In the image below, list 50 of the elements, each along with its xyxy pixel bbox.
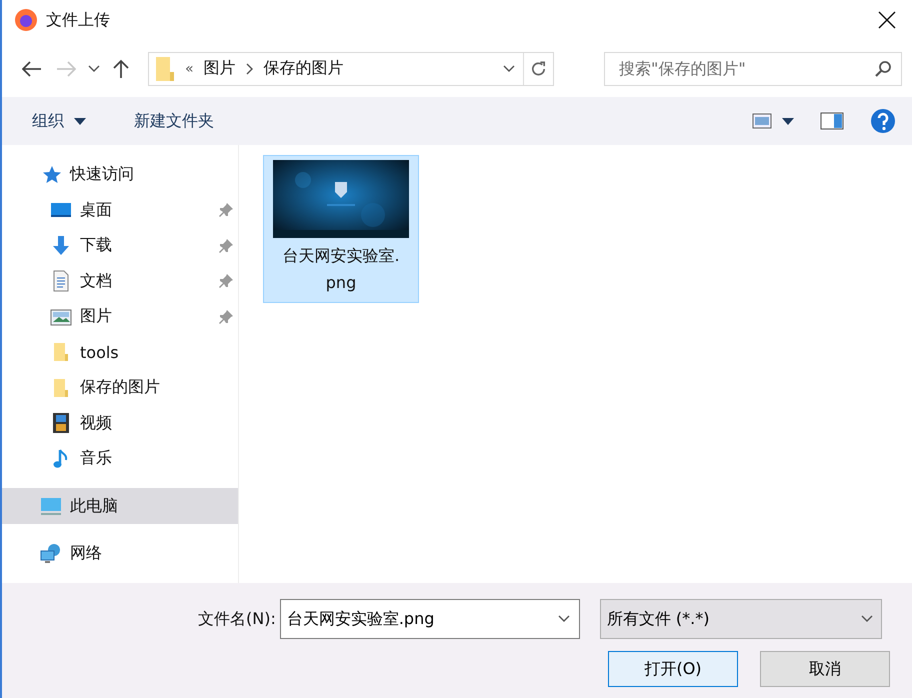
caret-icon[interactable] bbox=[782, 118, 794, 124]
help-button[interactable] bbox=[868, 106, 898, 136]
dropdown-icon[interactable] bbox=[503, 64, 515, 72]
dropdown-icon[interactable] bbox=[860, 615, 873, 623]
sidebar-item[interactable]: 此电脑 bbox=[2, 488, 238, 524]
sidebar-item[interactable]: 文档 bbox=[2, 264, 238, 299]
open-button[interactable]: 打开(O) bbox=[608, 651, 738, 687]
file-type-dropdown[interactable]: 所有文件 (*.*) bbox=[600, 599, 882, 639]
download-arrow-icon bbox=[50, 234, 72, 257]
filename-field[interactable]: 台天网安实验室.png bbox=[280, 599, 580, 639]
computer-icon bbox=[40, 495, 62, 518]
sidebar-item[interactable]: 快速访问 bbox=[2, 157, 238, 192]
view-menu-button[interactable] bbox=[750, 111, 796, 131]
pin-icon[interactable] bbox=[218, 202, 234, 218]
organize-button[interactable]: 组织 bbox=[30, 108, 88, 134]
search-field[interactable]: 搜索"保存的图片" bbox=[604, 52, 902, 86]
sidebar-item[interactable]: 下载 bbox=[2, 228, 238, 264]
file-name: 台天网安实验室. png bbox=[282, 245, 400, 294]
sidebar-item[interactable]: 图片 bbox=[2, 299, 238, 334]
pin-icon[interactable] bbox=[218, 273, 234, 290]
network-icon bbox=[40, 542, 62, 564]
picture-view-icon[interactable] bbox=[752, 113, 772, 129]
sidebar-item[interactable]: 音乐 bbox=[2, 441, 238, 476]
address-bar[interactable]: « 图片 保存的图片 bbox=[148, 52, 554, 86]
pin-icon[interactable] bbox=[218, 308, 234, 325]
chevron-icon bbox=[246, 62, 254, 74]
cancel-button[interactable]: 取消 bbox=[760, 651, 890, 687]
preview-pane-button[interactable] bbox=[818, 110, 846, 132]
sidebar-item[interactable]: 保存的图片 bbox=[2, 370, 238, 406]
folder-icon bbox=[155, 56, 175, 82]
search-icon[interactable] bbox=[874, 60, 892, 78]
browser-logo-icon bbox=[14, 8, 38, 32]
window-title: 文件上传 bbox=[46, 10, 111, 30]
breadcrumb[interactable]: 保存的图片 bbox=[264, 58, 344, 79]
pin-icon[interactable] bbox=[218, 238, 234, 254]
new-folder-button[interactable]: 新建文件夹 bbox=[132, 108, 216, 134]
caret-icon[interactable] bbox=[74, 118, 86, 124]
filename-label: 文件名(N): bbox=[198, 608, 276, 630]
film-icon bbox=[50, 412, 72, 434]
back-button[interactable] bbox=[20, 58, 44, 78]
dropdown-icon[interactable] bbox=[558, 615, 570, 623]
refresh-icon[interactable] bbox=[530, 60, 547, 78]
file-item[interactable]: 台天网安实验室. png bbox=[263, 155, 419, 303]
sidebar-item[interactable]: 桌面 bbox=[2, 192, 238, 228]
sidebar-item[interactable]: 视频 bbox=[2, 406, 238, 441]
sidebar-item[interactable]: 网络 bbox=[2, 536, 238, 572]
sidebar-item[interactable]: tools bbox=[2, 334, 238, 370]
overflow-text[interactable]: « bbox=[185, 60, 194, 76]
breadcrumb[interactable]: 图片 bbox=[204, 58, 236, 79]
recent-locations-icon[interactable] bbox=[88, 64, 100, 72]
